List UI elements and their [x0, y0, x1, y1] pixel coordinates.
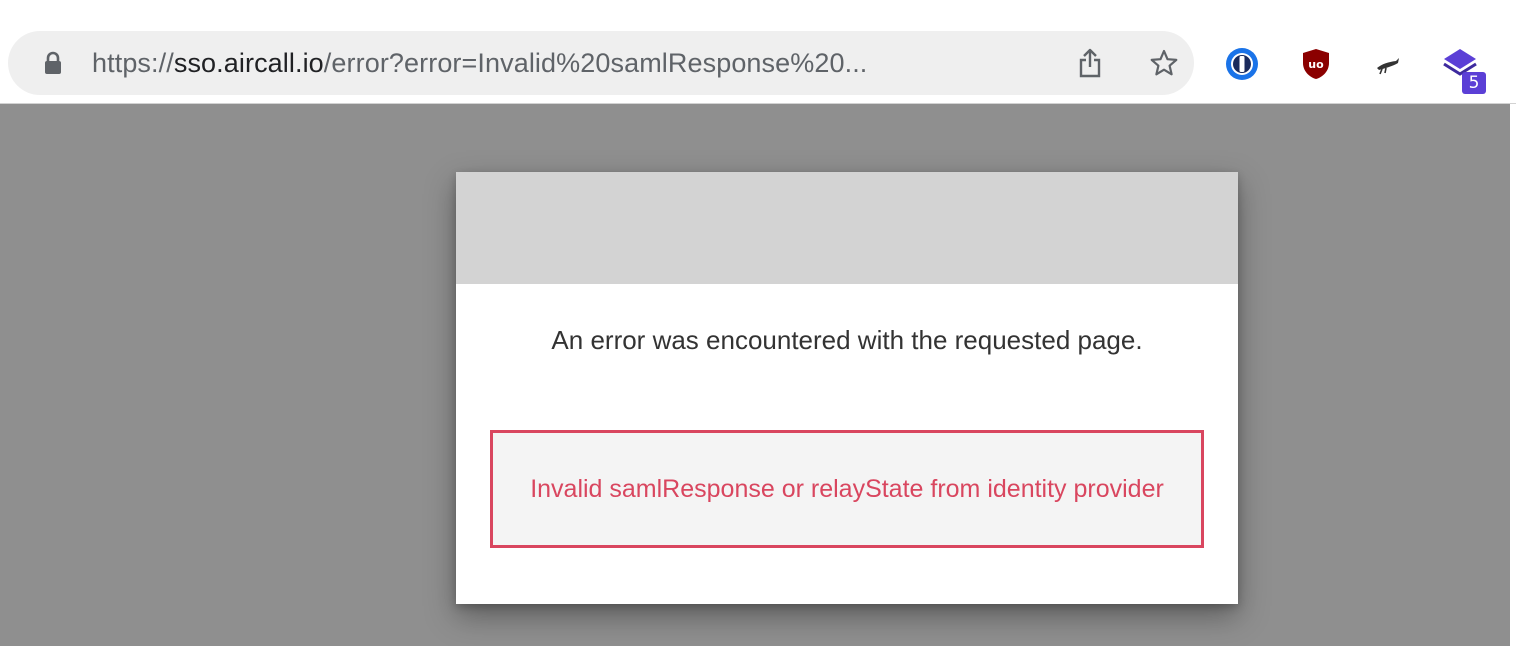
1password-icon[interactable]: [1222, 44, 1262, 84]
url-text[interactable]: https://sso.aircall.io/error?error=Inval…: [92, 31, 867, 95]
error-message: An error was encountered with the reques…: [551, 325, 1143, 355]
url-scheme: https://: [92, 48, 174, 78]
window-edge: [1510, 104, 1516, 646]
browser-toolbar: https://sso.aircall.io/error?error=Inval…: [0, 0, 1516, 104]
dialog-header: [456, 172, 1238, 284]
lock-icon[interactable]: [44, 51, 62, 75]
bookmark-star-icon[interactable]: [1146, 45, 1182, 81]
address-bar[interactable]: https://sso.aircall.io/error?error=Inval…: [8, 31, 1194, 95]
url-path: /error?error=Invalid%20samlResponse%20..…: [323, 48, 868, 78]
error-detail: Invalid samlResponse or relayState from …: [530, 474, 1164, 503]
ublock-icon[interactable]: uo: [1296, 44, 1336, 84]
page-overlay: An error was encountered with the reques…: [0, 104, 1510, 646]
stack-icon[interactable]: 5: [1440, 44, 1486, 94]
extension-badge: 5: [1462, 72, 1486, 94]
share-icon[interactable]: [1072, 45, 1108, 81]
svg-text:uo: uo: [1308, 58, 1324, 71]
url-host: sso.aircall.io: [173, 48, 324, 78]
bird-icon[interactable]: [1368, 44, 1408, 84]
error-alert: Invalid samlResponse or relayState from …: [490, 430, 1204, 548]
error-dialog: An error was encountered with the reques…: [456, 172, 1238, 604]
